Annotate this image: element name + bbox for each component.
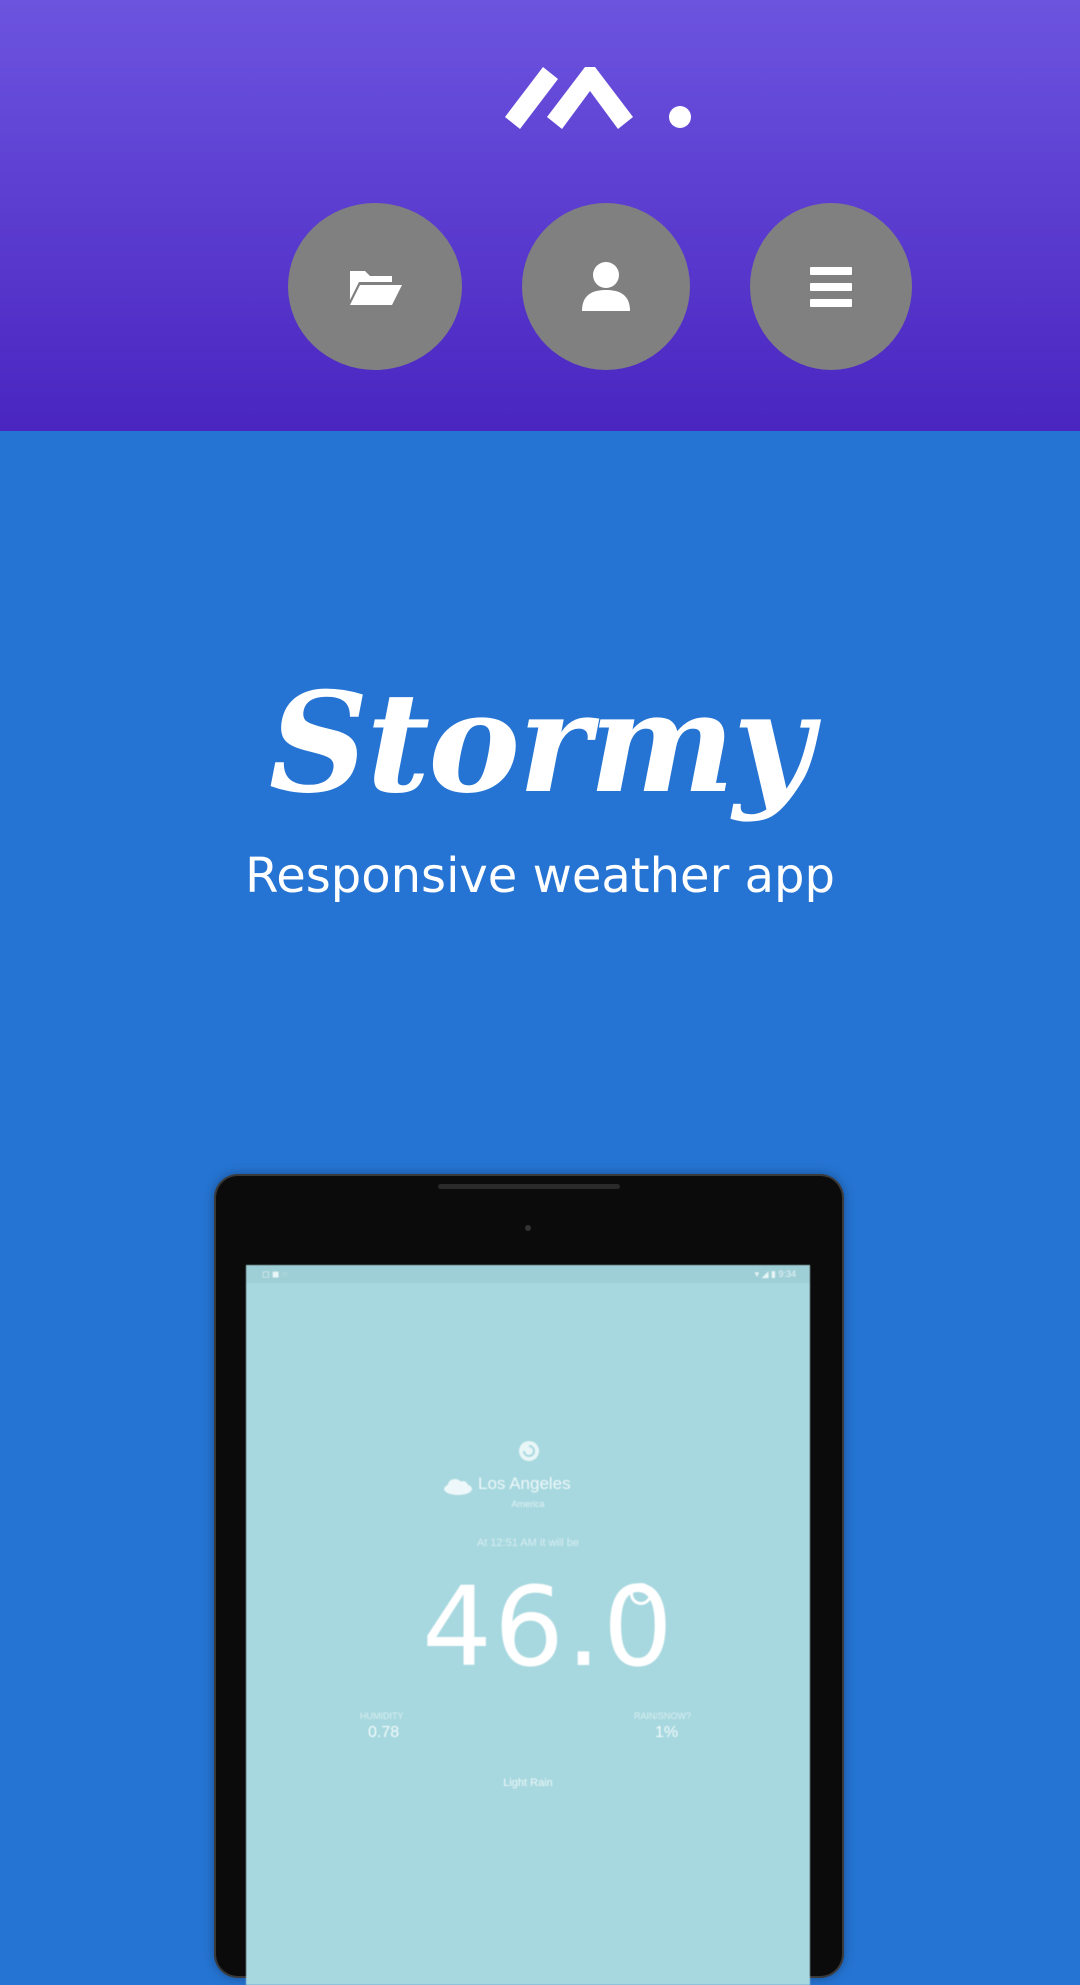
refresh-icon <box>519 1441 539 1461</box>
humidity-label: HUMIDITY <box>360 1711 404 1721</box>
status-icons-left: ◻ ◼ ◌ <box>262 1269 288 1279</box>
region-name: America <box>511 1499 545 1509</box>
status-bar: ◻ ◼ ◌ ▾ ◢ ▮ 9:34 <box>246 1265 810 1283</box>
city-name: Los Angeles <box>478 1474 571 1493</box>
brand-logo[interactable] <box>505 57 695 131</box>
weather-summary: Light Rain <box>503 1777 553 1789</box>
app-screenshot: ◻ ◼ ◌ ▾ ◢ ▮ 9:34 Los Angeles America At … <box>246 1265 810 1985</box>
rain-label: RAIN/SNOW? <box>634 1711 692 1721</box>
forecast-time: At 12:51 AM it will be <box>476 1537 580 1549</box>
degree-symbol <box>630 1583 652 1605</box>
header <box>0 0 1080 431</box>
humidity-value: 0.78 <box>368 1724 400 1741</box>
menu-button[interactable] <box>750 203 912 370</box>
app-title: Stormy <box>268 661 813 824</box>
status-icons-right: ▾ ◢ ▮ 9:34 <box>754 1269 796 1279</box>
folder-open-icon <box>350 270 402 305</box>
app-subtitle: Responsive weather app <box>245 848 835 904</box>
projects-button[interactable] <box>288 203 462 370</box>
menu-icon <box>810 266 852 307</box>
cloud-icon <box>444 1479 472 1495</box>
tablet-speaker <box>438 1184 620 1189</box>
user-icon <box>582 261 630 311</box>
profile-button[interactable] <box>522 203 690 370</box>
tablet-camera <box>525 1225 531 1231</box>
tablet-mockup: ◻ ◼ ◌ ▾ ◢ ▮ 9:34 Los Angeles America At … <box>216 1176 842 1985</box>
rain-value: 1% <box>655 1724 679 1741</box>
